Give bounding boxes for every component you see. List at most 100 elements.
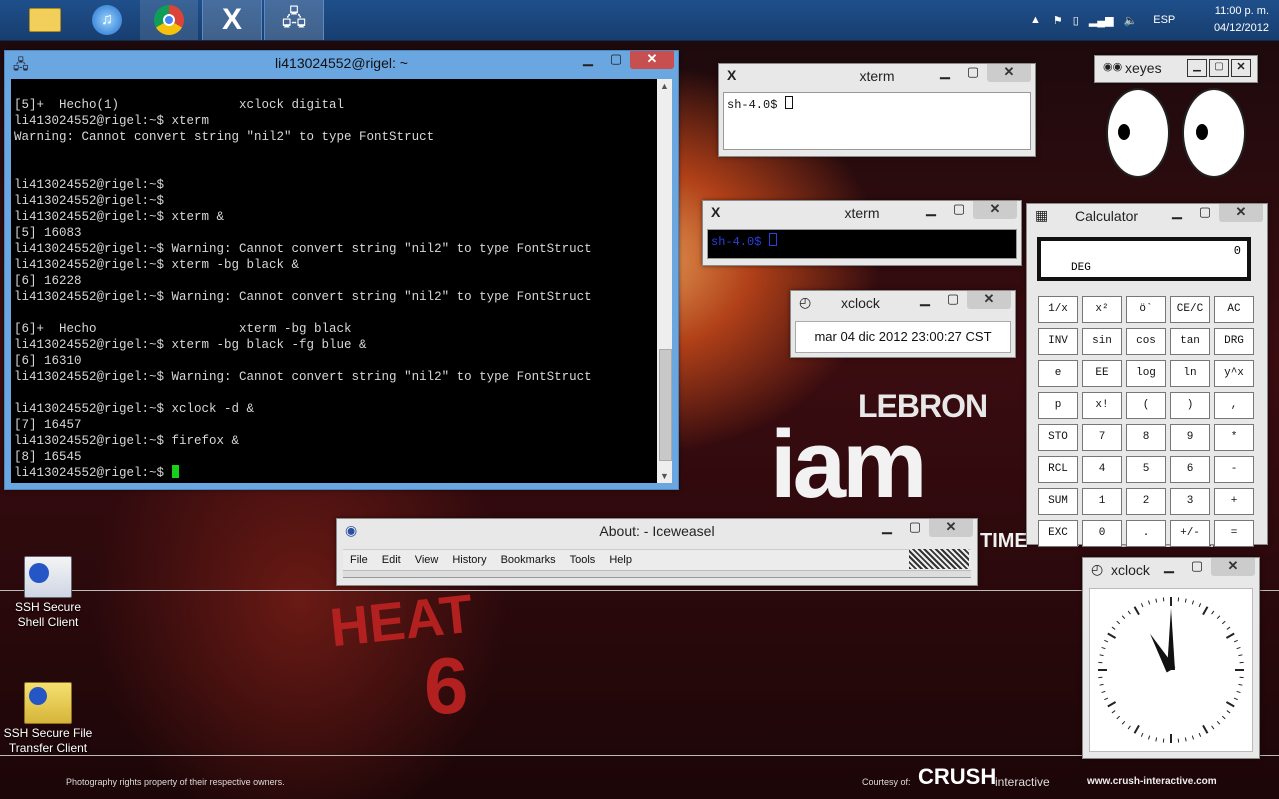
scroll-up-icon[interactable]: ▲ xyxy=(657,81,672,91)
calc-key[interactable]: tan xyxy=(1170,328,1210,355)
taskbar-xming[interactable]: X xyxy=(202,0,262,40)
minimize-button[interactable]: ▁ xyxy=(931,64,959,82)
calculator-window[interactable]: ▦ Calculator ▁ ▢ ✕ 0 DEG 1/x x² ö` CE/C AC IN… xyxy=(1026,203,1268,547)
maximize-button[interactable]: ▢ xyxy=(959,64,987,82)
calc-key[interactable]: SUM xyxy=(1038,488,1078,515)
minimize-button[interactable]: ▁ xyxy=(1187,59,1207,77)
calc-key[interactable]: - xyxy=(1214,456,1254,483)
maximize-button[interactable]: ▢ xyxy=(901,519,929,537)
taskbar-file-explorer[interactable] xyxy=(16,0,74,40)
minimize-button[interactable]: ▁ xyxy=(911,291,939,309)
tray-expand-icon[interactable]: ▲ xyxy=(1030,14,1041,26)
calc-key[interactable]: CE/C xyxy=(1170,296,1210,323)
minimize-button[interactable]: ▁ xyxy=(917,201,945,219)
calc-key[interactable]: 3 xyxy=(1170,488,1210,515)
language-indicator[interactable]: ESP xyxy=(1153,14,1175,26)
xterm-window-1[interactable]: X xterm ▁ ▢ ✕ sh-4.0$ xyxy=(718,63,1036,157)
calc-key[interactable]: RCL xyxy=(1038,456,1078,483)
ssh-titlebar[interactable]: 🖧 li413024552@rigel: ~ ▁ ▢ ✕ xyxy=(5,51,678,77)
xclock-digital-window[interactable]: ◴ xclock ▁ ▢ ✕ mar 04 dic 2012 23:00:27 … xyxy=(790,290,1016,358)
xterm2-titlebar[interactable]: X xterm ▁ ▢ ✕ xyxy=(703,201,1021,225)
menu-help[interactable]: Help xyxy=(609,554,632,566)
maximize-button[interactable]: ▢ xyxy=(1183,558,1211,576)
maximize-button[interactable]: ▢ xyxy=(1191,204,1219,222)
calc-key[interactable]: + xyxy=(1214,488,1254,515)
maximize-button[interactable]: ▢ xyxy=(939,291,967,309)
close-button[interactable]: ✕ xyxy=(973,201,1017,219)
menu-history[interactable]: History xyxy=(452,554,486,566)
menu-file[interactable]: File xyxy=(350,554,368,566)
ssh-terminal-window[interactable]: 🖧 li413024552@rigel: ~ ▁ ▢ ✕ [5]+ Hecho(… xyxy=(4,50,679,490)
minimize-button[interactable]: ▁ xyxy=(1155,558,1183,576)
calc-key[interactable]: x² xyxy=(1082,296,1122,323)
minimize-button[interactable]: ▁ xyxy=(873,519,901,537)
calc-key[interactable]: p xyxy=(1038,392,1078,419)
taskbar-clock[interactable]: 11:00 p. m. 04/12/2012 xyxy=(1214,3,1269,37)
xclock-digital-titlebar[interactable]: ◴ xclock ▁ ▢ ✕ xyxy=(791,291,1015,315)
calc-key[interactable]: +/- xyxy=(1170,520,1210,547)
calc-key[interactable]: y^x xyxy=(1214,360,1254,387)
xeyes-window[interactable]: ◉◉ xeyes ▁ ▢ ✕ xyxy=(1094,55,1258,83)
calc-key[interactable]: 6 xyxy=(1170,456,1210,483)
calc-key[interactable]: 8 xyxy=(1126,424,1166,451)
xclock-analog-titlebar[interactable]: ◴ xclock ▁ ▢ ✕ xyxy=(1083,558,1259,582)
calc-key[interactable]: 7 xyxy=(1082,424,1122,451)
menu-edit[interactable]: Edit xyxy=(382,554,401,566)
menu-bookmarks[interactable]: Bookmarks xyxy=(501,554,556,566)
maximize-button[interactable]: ▢ xyxy=(602,51,630,69)
desktop-icon-ssh-file-transfer[interactable]: SSH Secure File Transfer Client xyxy=(0,682,96,756)
xeyes-titlebar[interactable]: ◉◉ xeyes ▁ ▢ ✕ xyxy=(1095,56,1257,80)
menu-view[interactable]: View xyxy=(415,554,439,566)
iceweasel-window[interactable]: ◉ About: - Iceweasel ▁ ▢ ✕ File Edit View H… xyxy=(336,518,978,586)
calc-key[interactable]: cos xyxy=(1126,328,1166,355)
calculator-titlebar[interactable]: ▦ Calculator ▁ ▢ ✕ xyxy=(1027,204,1267,228)
xterm1-titlebar[interactable]: X xterm ▁ ▢ ✕ xyxy=(719,64,1035,88)
calc-key[interactable]: DRG xyxy=(1214,328,1254,355)
volume-icon[interactable]: 🔈 xyxy=(1124,14,1138,27)
calc-key[interactable]: ln xyxy=(1170,360,1210,387)
calc-key[interactable]: * xyxy=(1214,424,1254,451)
taskbar-ssh-client[interactable]: 🖧 xyxy=(264,0,324,40)
xterm-window-2[interactable]: X xterm ▁ ▢ ✕ sh-4.0$ xyxy=(702,200,1022,266)
minimize-button[interactable]: ▁ xyxy=(574,51,602,69)
calc-key[interactable]: 1/x xyxy=(1038,296,1078,323)
close-button[interactable]: ✕ xyxy=(967,291,1011,309)
power-icon[interactable]: ▯ xyxy=(1073,14,1079,27)
calc-key[interactable]: log xyxy=(1126,360,1166,387)
scrollbar-thumb[interactable] xyxy=(659,349,672,461)
close-button[interactable]: ✕ xyxy=(929,519,973,537)
maximize-button[interactable]: ▢ xyxy=(945,201,973,219)
desktop-icon-ssh-shell[interactable]: SSH Secure Shell Client xyxy=(0,556,96,630)
terminal-scrollbar[interactable]: ▲ ▼ xyxy=(657,79,672,483)
calc-key[interactable]: x! xyxy=(1082,392,1122,419)
calc-key[interactable]: 5 xyxy=(1126,456,1166,483)
calc-key[interactable]: 4 xyxy=(1082,456,1122,483)
calc-key[interactable]: ( xyxy=(1126,392,1166,419)
calc-key[interactable]: 0 xyxy=(1082,520,1122,547)
calc-key[interactable]: AC xyxy=(1214,296,1254,323)
calc-key[interactable]: STO xyxy=(1038,424,1078,451)
calc-key[interactable]: 9 xyxy=(1170,424,1210,451)
xterm1-terminal[interactable]: sh-4.0$ xyxy=(723,92,1031,150)
taskbar-itunes[interactable]: ♫ xyxy=(78,0,136,40)
calc-key[interactable]: ) xyxy=(1170,392,1210,419)
close-button[interactable]: ✕ xyxy=(987,64,1031,82)
scroll-down-icon[interactable]: ▼ xyxy=(657,471,672,481)
calc-key[interactable]: INV xyxy=(1038,328,1078,355)
close-button[interactable]: ✕ xyxy=(1211,558,1255,576)
calc-key[interactable]: 1 xyxy=(1082,488,1122,515)
maximize-button[interactable]: ▢ xyxy=(1209,59,1229,77)
calc-key[interactable]: e xyxy=(1038,360,1078,387)
calc-key[interactable]: EXC xyxy=(1038,520,1078,547)
menu-tools[interactable]: Tools xyxy=(570,554,596,566)
calc-key[interactable]: sin xyxy=(1082,328,1122,355)
calc-key[interactable]: , xyxy=(1214,392,1254,419)
taskbar-chrome[interactable] xyxy=(140,0,198,40)
calc-key[interactable]: 2 xyxy=(1126,488,1166,515)
terminal-output[interactable]: [5]+ Hecho(1) xclock digital li413024552… xyxy=(11,79,672,483)
iceweasel-titlebar[interactable]: ◉ About: - Iceweasel ▁ ▢ ✕ xyxy=(337,519,977,543)
flag-icon[interactable]: ⚑ xyxy=(1053,14,1063,27)
close-button[interactable]: ✕ xyxy=(1219,204,1263,222)
calc-key[interactable]: . xyxy=(1126,520,1166,547)
minimize-button[interactable]: ▁ xyxy=(1163,204,1191,222)
